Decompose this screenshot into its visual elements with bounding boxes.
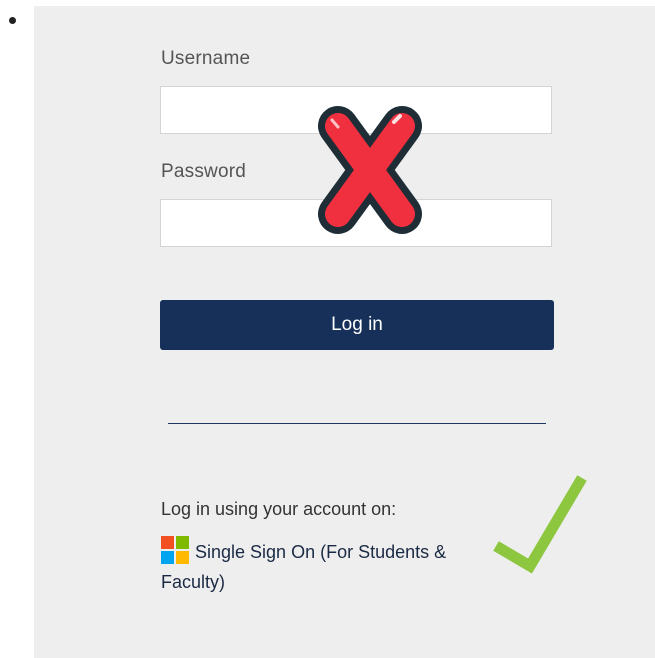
green-check-icon xyxy=(490,468,590,578)
red-x-icon xyxy=(310,100,430,240)
sso-caption: Log in using your account on: xyxy=(161,499,397,519)
sso-link[interactable]: Single Sign On (For Students & Faculty) xyxy=(161,536,501,597)
login-button[interactable]: Log in xyxy=(160,300,554,350)
sso-link-label: Single Sign On (For Students & Faculty) xyxy=(161,542,447,592)
list-bullet xyxy=(9,17,16,24)
microsoft-logo-icon xyxy=(161,536,189,564)
divider xyxy=(168,423,546,424)
username-label: Username xyxy=(161,48,251,69)
password-label: Password xyxy=(161,161,247,182)
